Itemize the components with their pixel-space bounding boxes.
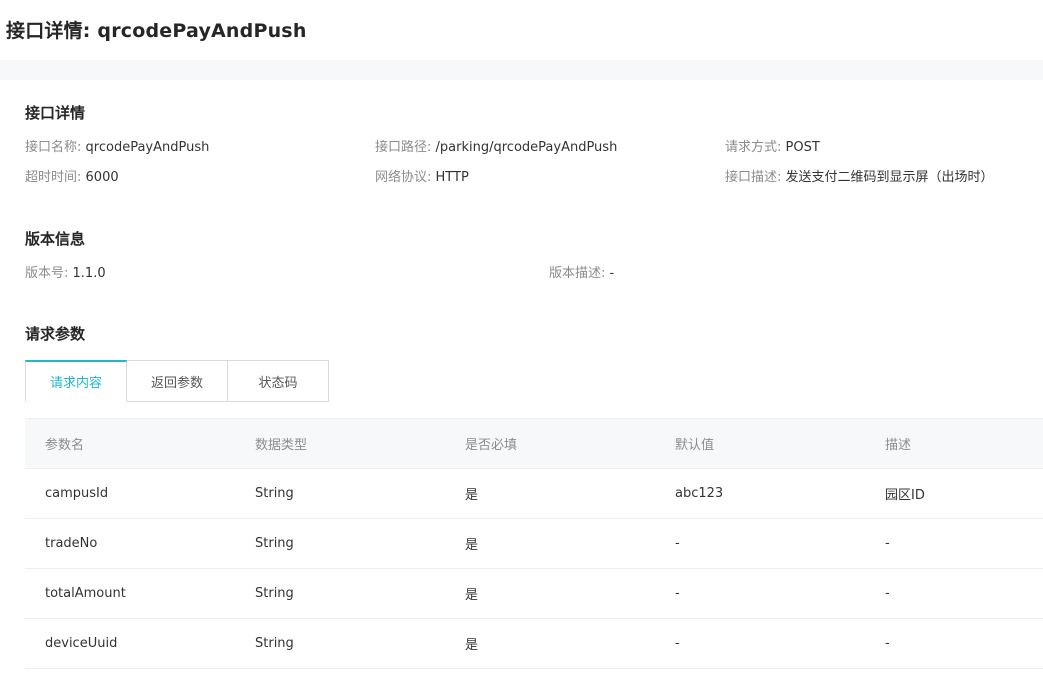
cell-description: - xyxy=(865,568,1043,619)
cell-description: - xyxy=(865,518,1043,569)
version-number-field: 版本号: 1.1.0 xyxy=(25,265,549,283)
tab-request-content[interactable]: 请求内容 xyxy=(25,360,127,402)
header-divider-band xyxy=(0,60,1043,80)
interface-path-value: /parking/qrcodePayAndPush xyxy=(435,140,618,155)
cell-data-type: String xyxy=(235,618,445,669)
request-method-value: POST xyxy=(785,140,820,155)
header-required: 是否必填 xyxy=(445,418,655,469)
timeout-field: 超时时间: 6000 xyxy=(25,169,375,187)
header-data-type: 数据类型 xyxy=(235,418,445,469)
cell-required: 是 xyxy=(445,568,655,619)
params-table: 参数名 数据类型 是否必填 默认值 描述 campusId String 是 a… xyxy=(25,418,1043,669)
version-description-label: 版本描述: xyxy=(549,266,606,281)
cell-param-name: totalAmount xyxy=(25,568,235,619)
cell-param-name: deviceUuid xyxy=(25,618,235,669)
tab-status-codes[interactable]: 状态码 xyxy=(227,360,329,402)
table-row: tradeNo String 是 - - xyxy=(25,518,1043,569)
table-row: campusId String 是 abc123 园区ID xyxy=(25,468,1043,519)
cell-data-type: String xyxy=(235,518,445,569)
version-info-section: 版本信息 版本号: 1.1.0 版本描述: - xyxy=(25,187,1043,283)
table-row: totalAmount String 是 - - xyxy=(25,568,1043,619)
table-row: deviceUuid String 是 - - xyxy=(25,618,1043,669)
interface-name-value: qrcodePayAndPush xyxy=(85,140,210,155)
cell-data-type: String xyxy=(235,568,445,619)
version-number-value: 1.1.0 xyxy=(72,266,106,281)
version-info-grid: 版本号: 1.1.0 版本描述: - xyxy=(25,265,1043,283)
tab-return-params[interactable]: 返回参数 xyxy=(126,360,228,402)
cell-default-value: - xyxy=(655,518,865,569)
interface-description-field: 接口描述: 发送支付二维码到显示屏（出场时） xyxy=(725,169,1043,187)
cell-required: 是 xyxy=(445,518,655,569)
cell-description: - xyxy=(865,618,1043,669)
cell-description: 园区ID xyxy=(865,468,1043,519)
cell-param-name: campusId xyxy=(25,468,235,519)
cell-default-value: abc123 xyxy=(655,468,865,519)
protocol-label: 网络协议: xyxy=(375,170,432,185)
header-param-name: 参数名 xyxy=(25,418,235,469)
cell-data-type: String xyxy=(235,468,445,519)
interface-details-grid: 接口名称: qrcodePayAndPush 接口路径: /parking/qr… xyxy=(25,139,1043,187)
request-params-title: 请求参数 xyxy=(25,325,86,343)
interface-path-label: 接口路径: xyxy=(375,140,432,155)
page-title: 接口详情: qrcodePayAndPush xyxy=(6,20,307,42)
version-info-title: 版本信息 xyxy=(25,230,86,248)
header-description: 描述 xyxy=(865,418,1043,469)
table-header-row: 参数名 数据类型 是否必填 默认值 描述 xyxy=(25,418,1043,469)
request-params-section: 请求参数 请求内容 返回参数 状态码 参数名 数据类型 是否必填 默认值 描述 … xyxy=(25,283,1043,669)
cell-default-value: - xyxy=(655,618,865,669)
page-header: 接口详情: qrcodePayAndPush xyxy=(0,0,1043,60)
cell-default-value: - xyxy=(655,568,865,619)
params-tabs: 请求内容 返回参数 状态码 xyxy=(25,360,1043,402)
cell-param-name: tradeNo xyxy=(25,518,235,569)
header-default-value: 默认值 xyxy=(655,418,865,469)
protocol-value: HTTP xyxy=(435,170,469,185)
version-description-value: - xyxy=(609,266,615,281)
interface-details-title: 接口详情 xyxy=(25,104,86,122)
timeout-value: 6000 xyxy=(85,170,119,185)
interface-description-value: 发送支付二维码到显示屏（出场时） xyxy=(785,170,994,185)
request-method-label: 请求方式: xyxy=(725,140,782,155)
timeout-label: 超时时间: xyxy=(25,170,82,185)
protocol-field: 网络协议: HTTP xyxy=(375,169,725,187)
interface-name-field: 接口名称: qrcodePayAndPush xyxy=(25,139,375,157)
version-number-label: 版本号: xyxy=(25,266,69,281)
interface-name-label: 接口名称: xyxy=(25,140,82,155)
request-method-field: 请求方式: POST xyxy=(725,139,1043,157)
interface-details-section: 接口详情 接口名称: qrcodePayAndPush 接口路径: /parki… xyxy=(25,80,1043,187)
version-description-field: 版本描述: - xyxy=(549,265,949,283)
detail-content: 接口详情 接口名称: qrcodePayAndPush 接口路径: /parki… xyxy=(0,80,1043,669)
cell-required: 是 xyxy=(445,618,655,669)
interface-path-field: 接口路径: /parking/qrcodePayAndPush xyxy=(375,139,725,157)
cell-required: 是 xyxy=(445,468,655,519)
interface-description-label: 接口描述: xyxy=(725,170,782,185)
